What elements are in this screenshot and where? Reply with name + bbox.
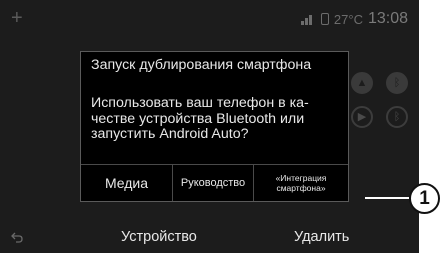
back-icon[interactable] bbox=[11, 231, 23, 243]
devices-button[interactable]: Устройство bbox=[121, 229, 197, 245]
temperature: 27°C bbox=[333, 11, 363, 27]
signal-icon bbox=[300, 13, 316, 25]
status-bar: + 27°C 13:08 bbox=[0, 0, 419, 36]
smartphone-replication-dialog: Запуск дублирования смартфона Использова… bbox=[80, 51, 349, 202]
dialog-title: Запуск дублирования смартфона bbox=[91, 57, 312, 73]
dialog-message: Использовать ваш телефон в ка- честве ус… bbox=[91, 95, 309, 142]
integration-button[interactable]: «Интеграция смартфона» bbox=[254, 165, 348, 201]
head-unit-screen: + 27°C 13:08 ▲ ᛒ ▶ ᛒ Запуск дублирования… bbox=[0, 0, 419, 253]
status-indicators: 27°C 13:08 bbox=[300, 10, 408, 28]
dialog-buttons: Медиа Руководство «Интеграция смартфона» bbox=[81, 164, 348, 201]
callout-marker: 1 bbox=[409, 183, 440, 214]
bluetooth-outline-icon: ᛒ bbox=[386, 106, 408, 128]
add-icon[interactable]: + bbox=[11, 8, 23, 28]
play-icon: ▶ bbox=[351, 106, 373, 128]
guide-button[interactable]: Руководство bbox=[173, 165, 254, 201]
delete-button[interactable]: Удалить bbox=[294, 229, 349, 245]
callout-line bbox=[365, 197, 409, 199]
phone-icon bbox=[320, 13, 329, 25]
bluetooth-icon: ᛒ bbox=[386, 72, 408, 94]
bottom-bar: Устройство Удалить bbox=[0, 221, 419, 253]
clock: 13:08 bbox=[367, 10, 408, 27]
android-auto-icon: ▲ bbox=[351, 72, 373, 94]
media-button[interactable]: Медиа bbox=[81, 165, 173, 201]
